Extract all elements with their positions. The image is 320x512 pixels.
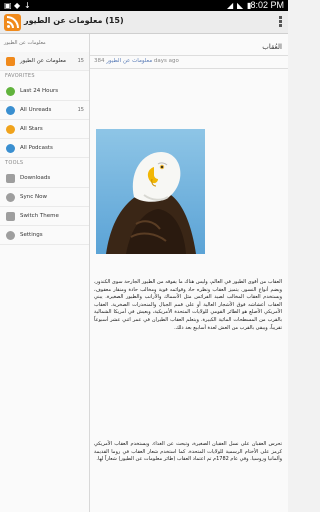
sidebar-item-label: معلومات عن الطيور — [20, 58, 66, 64]
sidebar-item-switch-theme[interactable]: Switch Theme — [0, 207, 89, 226]
unread-count: 15 — [77, 107, 84, 113]
bald-eagle-image — [96, 129, 205, 254]
unread-count: 15 — [77, 58, 84, 64]
shield-icon: ◆ — [14, 1, 21, 10]
star-icon — [6, 125, 15, 134]
sidebar-item-label: Last 24 Hours — [20, 88, 59, 94]
sidebar-item-label: Settings — [20, 232, 43, 238]
podcast-icon — [6, 144, 15, 153]
sidebar-item-label: Sync Now — [20, 194, 47, 200]
sidebar-item-settings[interactable]: Settings — [0, 226, 89, 245]
wifi-icon: ◢ — [227, 1, 234, 10]
image-icon: ▣ — [4, 1, 12, 10]
sidebar-item-label: All Podcasts — [20, 145, 53, 151]
article-paragraph: تحرس العقبان على نسل العقبان الصغيرة، وت… — [94, 441, 282, 463]
sidebar-item-feed[interactable]: معلومات عن الطيور 15 — [0, 52, 89, 71]
sidebar-item-all-podcasts[interactable]: All Podcasts — [0, 139, 89, 158]
sidebar: معلومات عن الطيور معلومات عن الطيور 15 F… — [0, 34, 90, 512]
sidebar-item-downloads[interactable]: Downloads — [0, 169, 89, 188]
settings-icon — [6, 231, 15, 240]
subscription-label: معلومات عن الطيور — [4, 40, 46, 46]
action-bar: (15) معلومات عن الطيور — [0, 11, 288, 34]
clock-icon — [6, 87, 15, 96]
sidebar-item-label: Downloads — [20, 175, 51, 181]
sidebar-item-all-unreads[interactable]: All Unreads 15 — [0, 101, 89, 120]
theme-icon — [6, 212, 15, 221]
rss-icon[interactable] — [4, 14, 21, 31]
clock-time: 8:02 PM — [250, 0, 284, 10]
feed-link[interactable]: معلومات عن الطيور — [106, 58, 152, 64]
article-meta: معلومات عن الطيور 384 days ago — [94, 58, 179, 64]
tools-header: TOOLS — [5, 160, 24, 166]
status-bar: ▣ ◆ ↓ ◢ ◣ ▮ 8:02 PM — [0, 0, 288, 11]
app-title: (15) معلومات عن الطيور — [24, 16, 124, 25]
rss-icon — [6, 57, 15, 66]
sidebar-item-all-stars[interactable]: All Stars — [0, 120, 89, 139]
overflow-menu-icon[interactable] — [279, 16, 283, 29]
article-pane: العُقاب معلومات عن الطيور 384 days ago ا… — [90, 34, 288, 512]
meta-divider — [90, 68, 288, 69]
sidebar-item-last-24-hours[interactable]: Last 24 Hours — [0, 82, 89, 101]
favorites-header: FAVORITES — [5, 73, 35, 79]
sidebar-item-label: All Stars — [20, 126, 43, 132]
unread-icon — [6, 106, 15, 115]
download-icon — [6, 174, 15, 183]
sync-icon — [6, 193, 15, 202]
article-paragraph: العقاب من أقوى الطيور في العالم، وليس هن… — [94, 279, 282, 331]
signal-icon: ◣ — [237, 1, 244, 10]
sidebar-item-sync-now[interactable]: Sync Now — [0, 188, 89, 207]
article-title[interactable]: العُقاب — [262, 43, 282, 51]
sidebar-item-label: Switch Theme — [20, 213, 59, 219]
title-divider — [90, 55, 288, 56]
sidebar-item-label: All Unreads — [20, 107, 52, 113]
download-icon: ↓ — [24, 1, 31, 10]
